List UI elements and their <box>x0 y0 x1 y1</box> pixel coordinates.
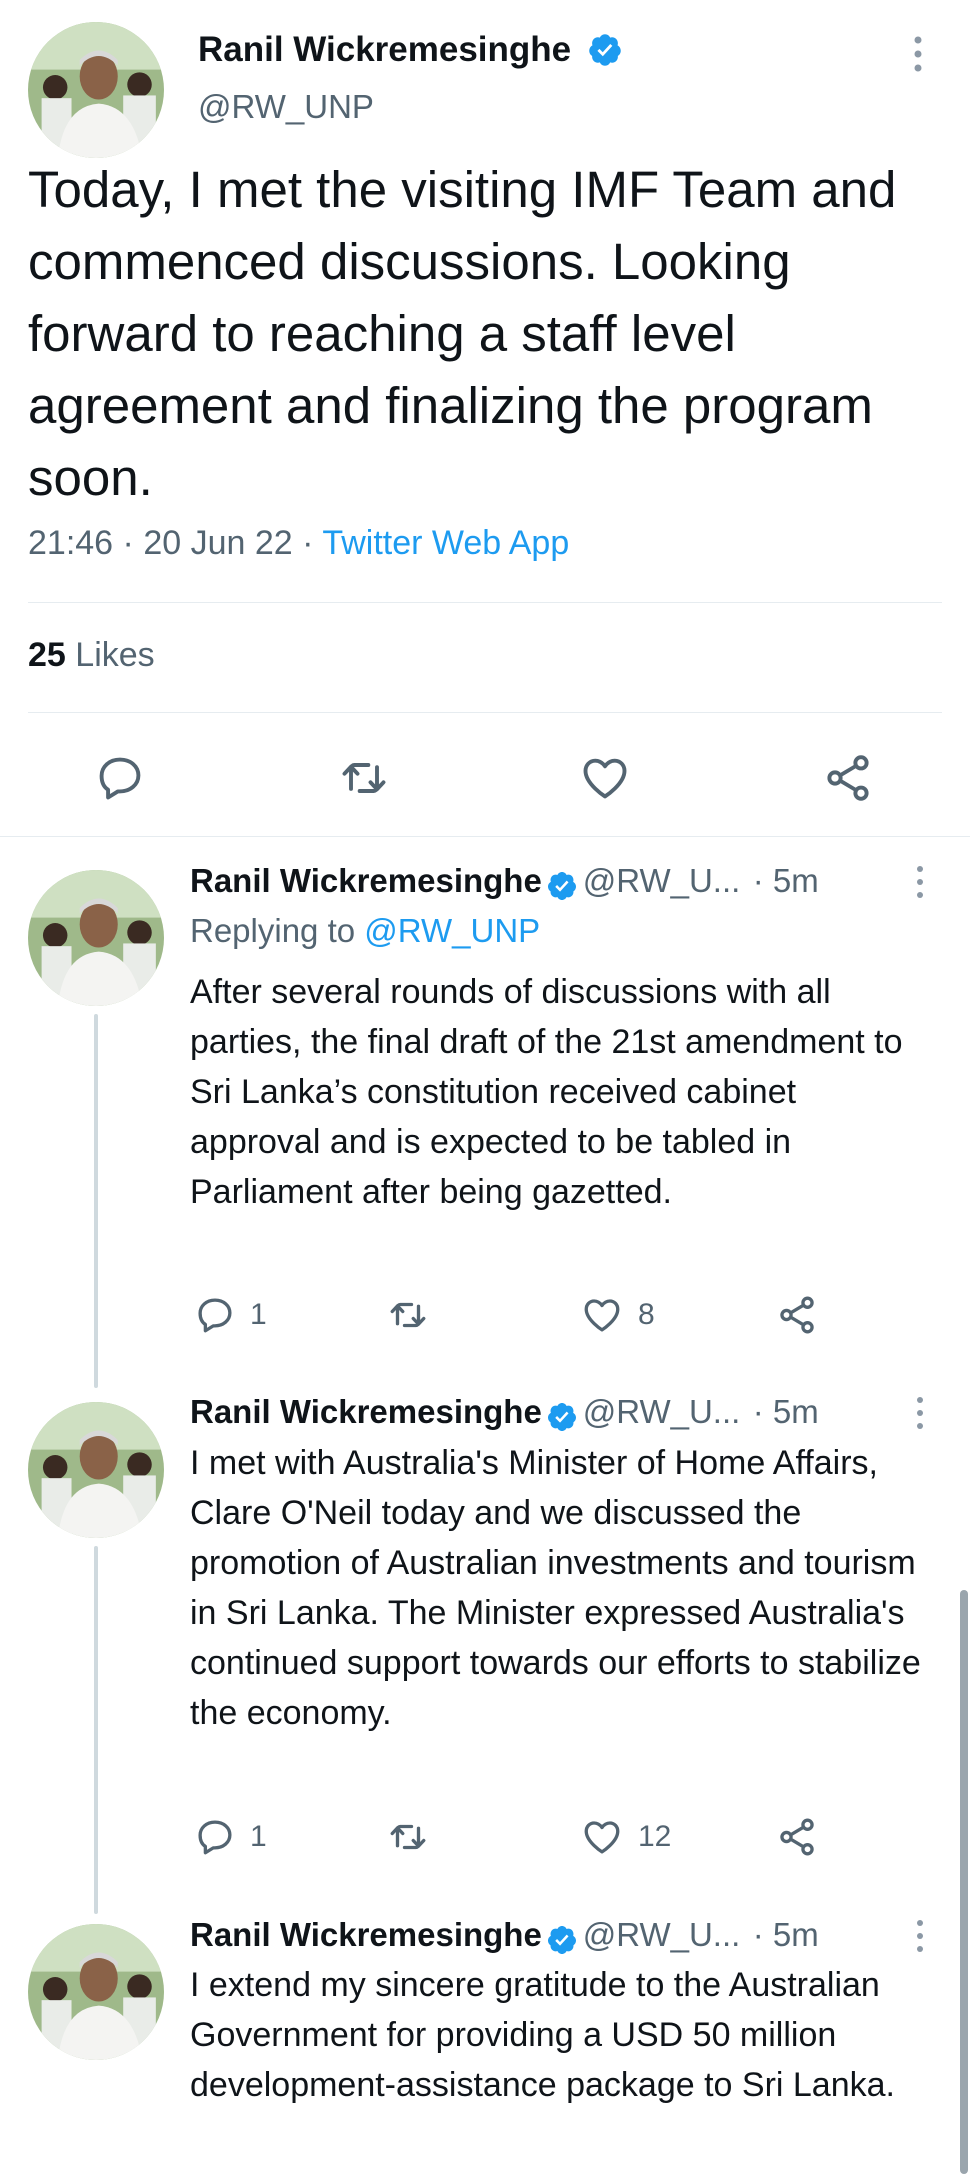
main-author-name-row[interactable]: Ranil Wickremesinghe <box>198 30 623 70</box>
reply-author-handle[interactable]: @RW_U... <box>583 1916 741 1953</box>
like-count: 8 <box>638 1298 655 1331</box>
scrollbar-thumb[interactable] <box>960 1590 968 2174</box>
reply-count: 1 <box>250 1820 267 1853</box>
verified-badge-icon <box>548 1925 577 1954</box>
verified-badge-icon <box>548 871 577 900</box>
tweet-time: 21:46 <box>28 524 114 562</box>
retweet-icon <box>390 1824 426 1850</box>
reply-button[interactable]: 1 <box>194 1816 267 1858</box>
replying-to-handle[interactable]: @RW_UNP <box>364 912 540 949</box>
reply-header: Ranil Wickremesinghe @RW_U... · 5m <box>190 1393 819 1433</box>
share-button[interactable] <box>822 752 874 804</box>
main-author-handle[interactable]: @RW_UNP <box>198 88 374 126</box>
replying-to: Replying to @RW_UNP <box>190 912 540 950</box>
thread-line <box>94 1546 98 1914</box>
share-icon <box>780 1818 814 1856</box>
thread-line <box>94 1014 98 1388</box>
divider <box>28 602 942 603</box>
reply-text: After several rounds of discussions with… <box>190 973 903 1211</box>
reply-age: · 5m <box>752 1916 819 1953</box>
reply-button[interactable]: 1 <box>194 1294 267 1336</box>
share-icon <box>780 1296 814 1334</box>
reply-bubble-icon <box>198 1298 232 1333</box>
reply-text: I met with Australia's Minister of Home … <box>190 1444 921 1732</box>
reply-author-name[interactable]: Ranil Wickremesinghe <box>190 862 542 899</box>
reply-author-avatar[interactable] <box>28 1402 164 1538</box>
divider <box>28 712 942 713</box>
verified-badge-icon <box>589 34 621 66</box>
retweet-button[interactable] <box>338 752 390 804</box>
reply-author-name[interactable]: Ranil Wickremesinghe <box>190 1393 542 1430</box>
meta-separator: · <box>122 524 134 562</box>
reply-age: · 5m <box>752 862 819 899</box>
reply-header: Ranil Wickremesinghe @RW_U... · 5m <box>190 1916 819 1956</box>
share-button[interactable] <box>776 1294 818 1336</box>
retweet-icon <box>342 763 386 793</box>
more-vertical-icon[interactable] <box>910 1395 930 1431</box>
meta-separator: · <box>302 524 314 562</box>
heart-icon <box>584 1299 620 1332</box>
divider <box>0 836 970 837</box>
main-tweet-text: Today, I met the visiting IMF Team and c… <box>28 161 897 506</box>
reply-age: · 5m <box>752 1393 819 1430</box>
replying-to-label: Replying to <box>190 912 365 949</box>
reply-bubble-icon <box>99 757 141 800</box>
like-button[interactable] <box>578 752 632 804</box>
main-author-avatar[interactable] <box>28 22 164 158</box>
reply-author-avatar[interactable] <box>28 870 164 1006</box>
reply-button[interactable] <box>94 752 146 804</box>
retweet-button[interactable] <box>386 1294 430 1336</box>
reply-author-avatar[interactable] <box>28 1924 164 2060</box>
reply-bubble-icon <box>198 1820 232 1855</box>
share-icon <box>827 755 869 801</box>
retweet-button[interactable] <box>386 1816 430 1858</box>
reply-author-name[interactable]: Ranil Wickremesinghe <box>190 1916 542 1953</box>
heart-icon <box>583 758 627 799</box>
more-vertical-icon[interactable] <box>910 1918 930 1954</box>
reply-header: Ranil Wickremesinghe @RW_U... · 5m <box>190 862 819 902</box>
reply-author-handle[interactable]: @RW_U... <box>583 862 741 899</box>
verified-badge-icon <box>548 1402 577 1431</box>
likes-stat[interactable]: 25 Likes <box>28 636 155 675</box>
like-button[interactable]: 12 <box>580 1816 671 1858</box>
tweet-date: 20 Jun 22 <box>143 524 293 562</box>
share-button[interactable] <box>776 1816 818 1858</box>
more-vertical-icon[interactable] <box>906 34 930 74</box>
likes-count: 25 <box>28 636 66 674</box>
retweet-icon <box>390 1302 426 1328</box>
main-author-name[interactable]: Ranil Wickremesinghe <box>198 30 571 69</box>
like-count: 12 <box>638 1820 672 1853</box>
more-vertical-icon[interactable] <box>910 864 930 900</box>
reply-text: I extend my sincere gratitude to the Aus… <box>190 1966 895 2104</box>
tweet-source-link[interactable]: Twitter Web App <box>322 524 569 562</box>
like-button[interactable]: 8 <box>580 1294 655 1336</box>
reply-count: 1 <box>250 1298 267 1331</box>
heart-icon <box>584 1821 620 1854</box>
reply-author-handle[interactable]: @RW_U... <box>583 1393 741 1430</box>
likes-label: Likes <box>75 636 155 674</box>
main-tweet-meta: 21:46 · 20 Jun 22 · Twitter Web App <box>28 524 569 563</box>
